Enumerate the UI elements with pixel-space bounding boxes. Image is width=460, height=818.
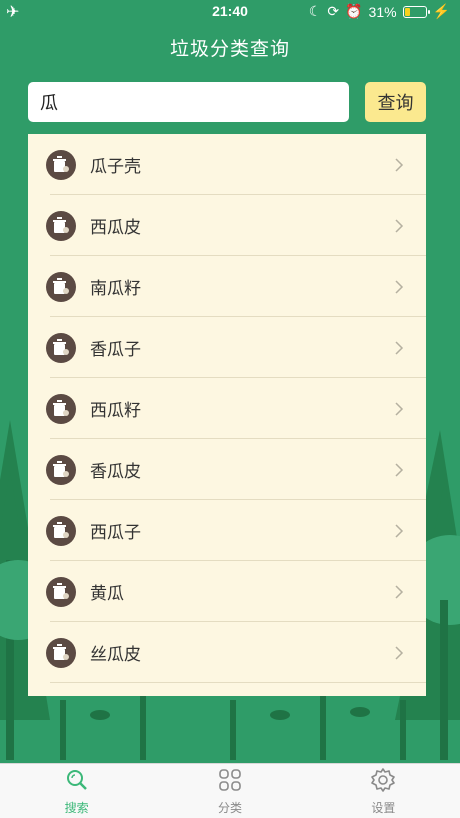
chevron-right-icon: [395, 462, 404, 477]
page-title: 垃圾分类查询: [169, 38, 290, 60]
trash-bin-icon: [46, 149, 76, 180]
alarm-icon: ⏰: [345, 3, 363, 19]
list-item-label: 瓜子壳: [90, 157, 141, 177]
chevron-right-icon: [395, 279, 404, 294]
battery-icon: [402, 5, 430, 18]
chevron-right-icon: [395, 157, 404, 172]
charging-icon: ⚡: [432, 3, 450, 19]
list-item-label: 西瓜皮: [90, 218, 141, 238]
list-item-label: 南瓜籽: [90, 279, 141, 299]
rotation-lock-icon: ⟳: [327, 3, 340, 19]
tab-search[interactable]: 搜索: [0, 764, 153, 818]
results-list: 瓜子壳 西瓜皮 南瓜籽 香瓜子 西瓜籽 香瓜皮 西瓜子 黄瓜 丝瓜皮: [28, 134, 426, 696]
list-item[interactable]: 香瓜子: [28, 317, 426, 378]
list-item-label: 西瓜子: [90, 523, 141, 543]
trash-bin-icon: [46, 210, 76, 241]
chevron-right-icon: [395, 645, 404, 660]
tab-label: 分类: [217, 800, 242, 815]
list-item[interactable]: 西瓜籽: [28, 378, 426, 439]
trash-bin-icon: [46, 576, 76, 607]
trash-bin-icon: [46, 393, 76, 424]
list-item[interactable]: 西瓜皮: [28, 195, 426, 256]
moon-icon: ☾: [308, 3, 322, 19]
chevron-right-icon: [395, 401, 404, 416]
battery-percent: 31%: [368, 3, 397, 20]
chevron-right-icon: [395, 218, 404, 233]
search-icon: [64, 767, 90, 797]
search-button[interactable]: 查询: [365, 82, 426, 122]
list-item[interactable]: 西瓜子: [28, 500, 426, 561]
tab-label: 设置: [371, 800, 396, 815]
list-item-label: 香瓜皮: [90, 462, 141, 482]
grid-icon: [217, 767, 243, 797]
list-item[interactable]: 南瓜籽: [28, 256, 426, 317]
tab-bar: 搜索 分类 设置: [0, 763, 460, 818]
list-item[interactable]: 黄瓜: [28, 561, 426, 622]
list-item[interactable]: 瓜子壳: [28, 134, 426, 195]
status-bar: ✈ 21:40 ☾ ⟳ ⏰ 31% ⚡: [0, 0, 460, 24]
chevron-right-icon: [395, 340, 404, 355]
trash-bin-icon: [46, 271, 76, 302]
chevron-right-icon: [395, 523, 404, 538]
trash-bin-icon: [46, 637, 76, 668]
chevron-right-icon: [395, 584, 404, 599]
tab-label: 搜索: [64, 800, 89, 815]
tab-grid[interactable]: 分类: [153, 764, 306, 818]
tab-gear[interactable]: 设置: [307, 764, 460, 818]
trash-bin-icon: [46, 515, 76, 546]
list-item-label: 丝瓜皮: [90, 645, 141, 665]
list-item[interactable]: 丝瓜皮: [28, 622, 426, 683]
list-item-label: 西瓜籽: [90, 401, 141, 421]
list-item-label: 香瓜子: [90, 340, 141, 360]
trash-bin-icon: [46, 454, 76, 485]
list-item-label: 黄瓜: [90, 584, 124, 604]
gear-icon: [370, 767, 396, 797]
list-item[interactable]: 香瓜皮: [28, 439, 426, 500]
trash-bin-icon: [46, 332, 76, 363]
search-input[interactable]: [28, 82, 349, 122]
